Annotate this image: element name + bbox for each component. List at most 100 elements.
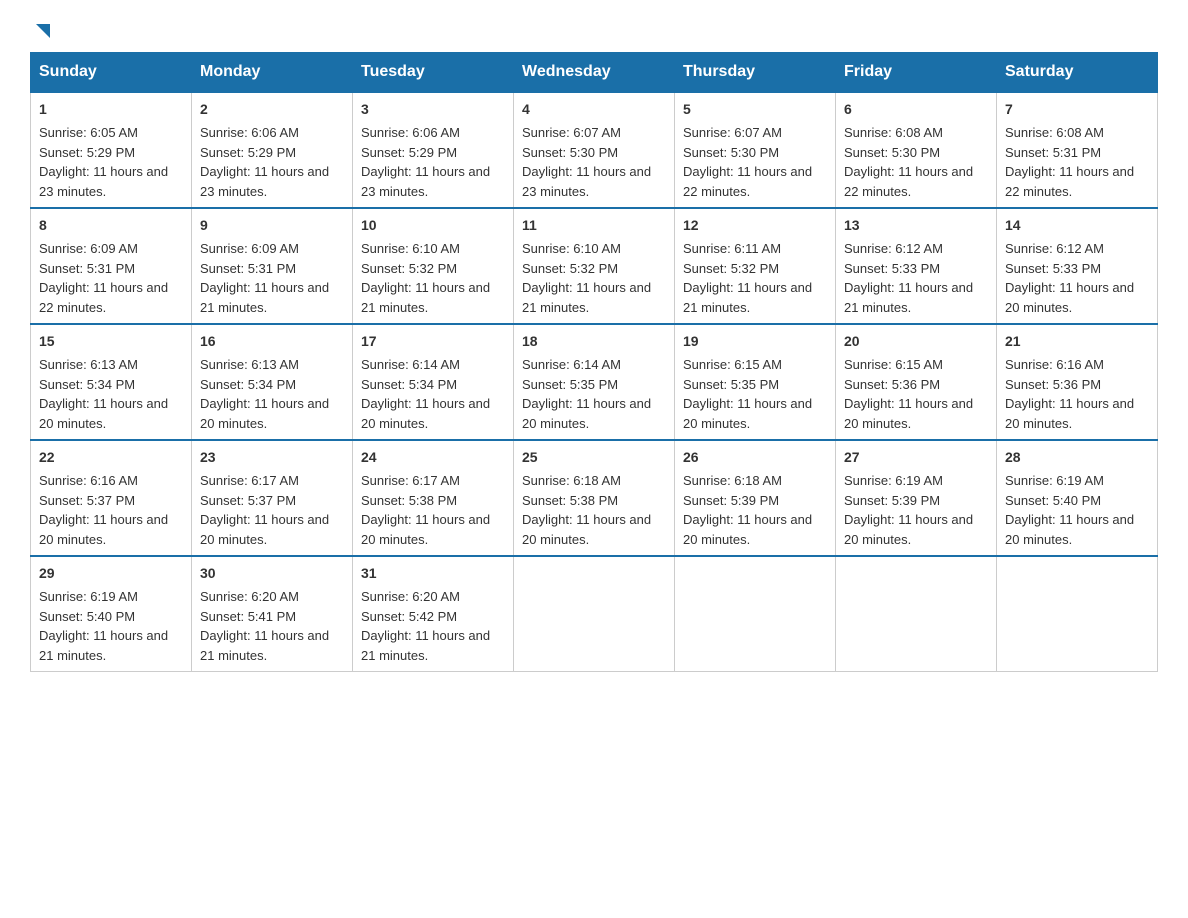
sunset-label: Sunset: 5:34 PM [39, 377, 135, 392]
day-number: 19 [683, 331, 827, 352]
daylight-label: Daylight: 11 hours and 20 minutes. [1005, 512, 1134, 547]
daylight-label: Daylight: 11 hours and 20 minutes. [39, 512, 168, 547]
calendar-week-row: 29 Sunrise: 6:19 AM Sunset: 5:40 PM Dayl… [31, 556, 1158, 672]
calendar-cell: 19 Sunrise: 6:15 AM Sunset: 5:35 PM Dayl… [675, 324, 836, 440]
sunset-label: Sunset: 5:30 PM [844, 145, 940, 160]
day-number: 26 [683, 447, 827, 468]
day-number: 21 [1005, 331, 1149, 352]
sunrise-label: Sunrise: 6:10 AM [361, 241, 460, 256]
calendar-week-row: 22 Sunrise: 6:16 AM Sunset: 5:37 PM Dayl… [31, 440, 1158, 556]
sunset-label: Sunset: 5:39 PM [683, 493, 779, 508]
day-number: 11 [522, 215, 666, 236]
calendar-cell: 27 Sunrise: 6:19 AM Sunset: 5:39 PM Dayl… [836, 440, 997, 556]
day-number: 3 [361, 99, 505, 120]
calendar-header-row: SundayMondayTuesdayWednesdayThursdayFrid… [31, 53, 1158, 93]
sunrise-label: Sunrise: 6:13 AM [39, 357, 138, 372]
calendar-cell: 7 Sunrise: 6:08 AM Sunset: 5:31 PM Dayli… [997, 92, 1158, 208]
daylight-label: Daylight: 11 hours and 21 minutes. [683, 280, 812, 315]
sunset-label: Sunset: 5:33 PM [1005, 261, 1101, 276]
header-saturday: Saturday [997, 53, 1158, 93]
day-number: 18 [522, 331, 666, 352]
calendar-cell: 26 Sunrise: 6:18 AM Sunset: 5:39 PM Dayl… [675, 440, 836, 556]
calendar-cell: 31 Sunrise: 6:20 AM Sunset: 5:42 PM Dayl… [353, 556, 514, 672]
day-number: 14 [1005, 215, 1149, 236]
daylight-label: Daylight: 11 hours and 20 minutes. [1005, 280, 1134, 315]
calendar-week-row: 1 Sunrise: 6:05 AM Sunset: 5:29 PM Dayli… [31, 92, 1158, 208]
calendar-cell: 24 Sunrise: 6:17 AM Sunset: 5:38 PM Dayl… [353, 440, 514, 556]
daylight-label: Daylight: 11 hours and 20 minutes. [522, 512, 651, 547]
calendar-cell [836, 556, 997, 672]
daylight-label: Daylight: 11 hours and 22 minutes. [844, 164, 973, 199]
calendar-cell: 29 Sunrise: 6:19 AM Sunset: 5:40 PM Dayl… [31, 556, 192, 672]
day-number: 16 [200, 331, 344, 352]
sunset-label: Sunset: 5:32 PM [683, 261, 779, 276]
day-number: 6 [844, 99, 988, 120]
daylight-label: Daylight: 11 hours and 20 minutes. [522, 396, 651, 431]
sunrise-label: Sunrise: 6:06 AM [200, 125, 299, 140]
sunset-label: Sunset: 5:32 PM [361, 261, 457, 276]
day-number: 30 [200, 563, 344, 584]
sunset-label: Sunset: 5:31 PM [200, 261, 296, 276]
calendar-cell: 17 Sunrise: 6:14 AM Sunset: 5:34 PM Dayl… [353, 324, 514, 440]
header-friday: Friday [836, 53, 997, 93]
calendar-cell: 16 Sunrise: 6:13 AM Sunset: 5:34 PM Dayl… [192, 324, 353, 440]
calendar-cell: 6 Sunrise: 6:08 AM Sunset: 5:30 PM Dayli… [836, 92, 997, 208]
daylight-label: Daylight: 11 hours and 20 minutes. [361, 512, 490, 547]
calendar-cell: 22 Sunrise: 6:16 AM Sunset: 5:37 PM Dayl… [31, 440, 192, 556]
calendar-cell: 13 Sunrise: 6:12 AM Sunset: 5:33 PM Dayl… [836, 208, 997, 324]
sunset-label: Sunset: 5:29 PM [361, 145, 457, 160]
sunrise-label: Sunrise: 6:20 AM [200, 589, 299, 604]
daylight-label: Daylight: 11 hours and 23 minutes. [200, 164, 329, 199]
sunrise-label: Sunrise: 6:10 AM [522, 241, 621, 256]
calendar-cell [514, 556, 675, 672]
calendar-cell [675, 556, 836, 672]
calendar-week-row: 8 Sunrise: 6:09 AM Sunset: 5:31 PM Dayli… [31, 208, 1158, 324]
day-number: 8 [39, 215, 183, 236]
page-header [30, 20, 1158, 42]
daylight-label: Daylight: 11 hours and 20 minutes. [200, 512, 329, 547]
sunset-label: Sunset: 5:32 PM [522, 261, 618, 276]
sunrise-label: Sunrise: 6:07 AM [522, 125, 621, 140]
sunrise-label: Sunrise: 6:20 AM [361, 589, 460, 604]
day-number: 4 [522, 99, 666, 120]
day-number: 20 [844, 331, 988, 352]
header-sunday: Sunday [31, 53, 192, 93]
sunrise-label: Sunrise: 6:14 AM [522, 357, 621, 372]
daylight-label: Daylight: 11 hours and 23 minutes. [522, 164, 651, 199]
calendar-cell: 23 Sunrise: 6:17 AM Sunset: 5:37 PM Dayl… [192, 440, 353, 556]
daylight-label: Daylight: 11 hours and 23 minutes. [361, 164, 490, 199]
sunrise-label: Sunrise: 6:17 AM [200, 473, 299, 488]
sunrise-label: Sunrise: 6:13 AM [200, 357, 299, 372]
day-number: 22 [39, 447, 183, 468]
day-number: 27 [844, 447, 988, 468]
day-number: 17 [361, 331, 505, 352]
calendar-cell: 18 Sunrise: 6:14 AM Sunset: 5:35 PM Dayl… [514, 324, 675, 440]
logo-blue-text [30, 20, 54, 42]
day-number: 9 [200, 215, 344, 236]
day-number: 29 [39, 563, 183, 584]
sunset-label: Sunset: 5:35 PM [683, 377, 779, 392]
daylight-label: Daylight: 11 hours and 20 minutes. [683, 512, 812, 547]
sunrise-label: Sunrise: 6:09 AM [39, 241, 138, 256]
sunrise-label: Sunrise: 6:14 AM [361, 357, 460, 372]
day-number: 5 [683, 99, 827, 120]
calendar-cell: 25 Sunrise: 6:18 AM Sunset: 5:38 PM Dayl… [514, 440, 675, 556]
sunset-label: Sunset: 5:41 PM [200, 609, 296, 624]
sunrise-label: Sunrise: 6:11 AM [683, 241, 781, 256]
day-number: 13 [844, 215, 988, 236]
calendar-cell: 8 Sunrise: 6:09 AM Sunset: 5:31 PM Dayli… [31, 208, 192, 324]
calendar-cell: 10 Sunrise: 6:10 AM Sunset: 5:32 PM Dayl… [353, 208, 514, 324]
daylight-label: Daylight: 11 hours and 21 minutes. [844, 280, 973, 315]
day-number: 12 [683, 215, 827, 236]
daylight-label: Daylight: 11 hours and 20 minutes. [844, 512, 973, 547]
header-thursday: Thursday [675, 53, 836, 93]
calendar-cell: 1 Sunrise: 6:05 AM Sunset: 5:29 PM Dayli… [31, 92, 192, 208]
daylight-label: Daylight: 11 hours and 23 minutes. [39, 164, 168, 199]
day-number: 2 [200, 99, 344, 120]
sunset-label: Sunset: 5:33 PM [844, 261, 940, 276]
daylight-label: Daylight: 11 hours and 20 minutes. [361, 396, 490, 431]
header-tuesday: Tuesday [353, 53, 514, 93]
sunset-label: Sunset: 5:34 PM [361, 377, 457, 392]
day-number: 1 [39, 99, 183, 120]
daylight-label: Daylight: 11 hours and 20 minutes. [39, 396, 168, 431]
